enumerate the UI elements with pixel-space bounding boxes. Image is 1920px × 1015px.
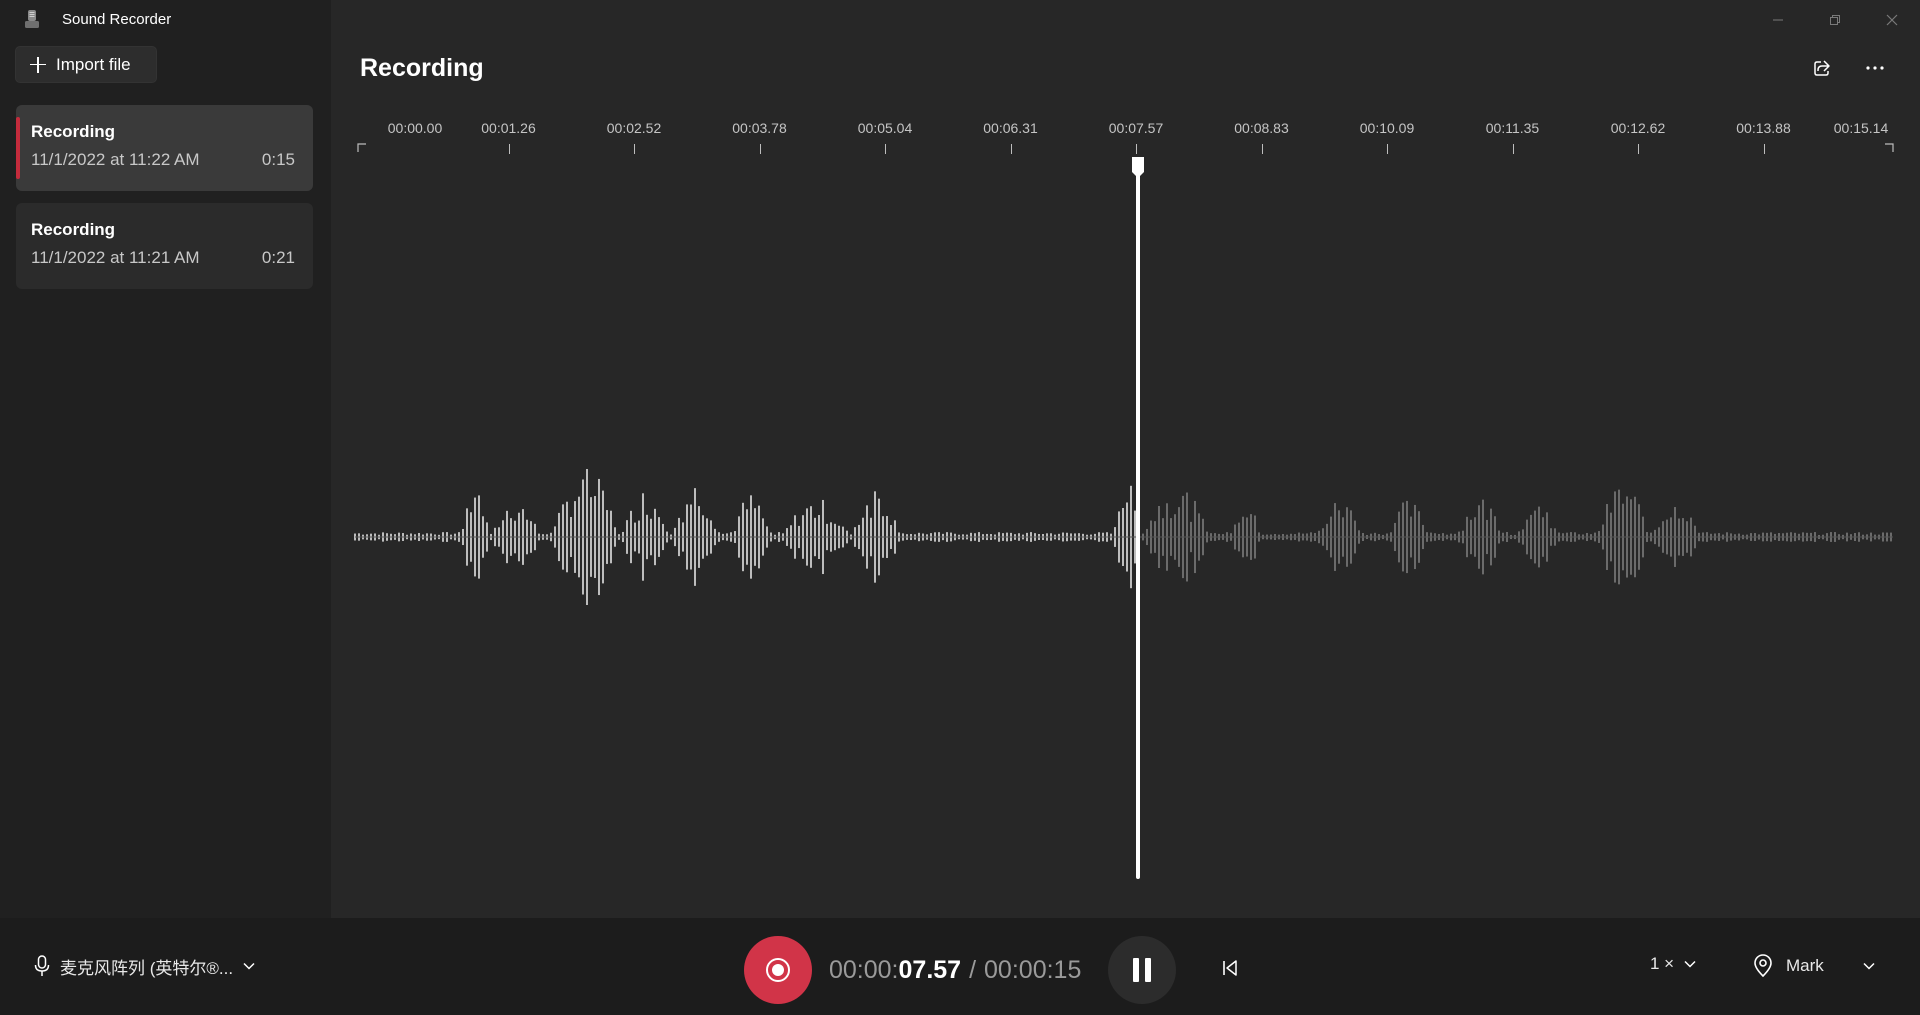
location-pin-icon: [1754, 954, 1772, 978]
selection-indicator: [16, 117, 20, 179]
plus-icon: [30, 56, 46, 73]
mark-options-button[interactable]: [1855, 948, 1883, 984]
time-prefix: 00:00:: [829, 956, 899, 984]
recording-list-item[interactable]: Recording 11/1/2022 at 11:22 AM 0:15: [16, 105, 313, 191]
playback-speed-select[interactable]: 1 ×: [1650, 954, 1696, 974]
skip-to-start-button[interactable]: [1214, 952, 1246, 984]
timeline-bracket: [1885, 143, 1894, 152]
recording-duration: 0:15: [261, 150, 295, 169]
app-title: Sound Recorder: [62, 11, 172, 28]
playhead-handle[interactable]: [1132, 157, 1144, 178]
microphone-icon: [34, 955, 50, 976]
mark-label: Mark: [1786, 956, 1824, 975]
record-icon: [766, 958, 790, 982]
chevron-down-icon: [1684, 960, 1696, 968]
chevron-down-icon: [1863, 962, 1875, 970]
app-icon: [25, 10, 39, 28]
recording-list-item[interactable]: Recording 11/1/2022 at 11:21 AM 0:21: [16, 203, 313, 289]
chevron-down-icon: [243, 962, 255, 970]
recording-date: 11/1/2022 at 11:21 AM: [31, 248, 200, 267]
microphone-select[interactable]: 麦克风阵列 (英特尔®...: [34, 948, 255, 984]
main-panel: Recording 00:00.00 00:01.26 00:02.52 00:03.…: [331, 0, 1920, 918]
playback-bar: 麦克风阵列 (英特尔®... 00:00:07.57/00:00:15 1 ×: [0, 918, 1920, 1015]
mark-button[interactable]: Mark: [1752, 948, 1824, 984]
recording-duration: 0:21: [261, 248, 295, 267]
total-time: 00:00:15: [984, 956, 1082, 984]
audio-waveform[interactable]: [331, 0, 1920, 918]
sound-recorder-window: Sound Recorder Import file Recording 11/…: [0, 0, 1920, 1015]
speed-label: 1 ×: [1650, 954, 1675, 973]
pause-icon: [1133, 958, 1139, 982]
sidebar: Sound Recorder Import file Recording 11/…: [0, 0, 331, 918]
current-time: 07.57: [898, 956, 962, 984]
time-display: 00:00:07.57/00:00:15: [829, 956, 1081, 985]
pause-button[interactable]: [1108, 936, 1176, 1004]
recording-name: Recording: [31, 122, 116, 141]
recording-name: Recording: [31, 220, 116, 239]
timeline-bracket: [357, 143, 366, 152]
import-file-label: Import file: [56, 54, 131, 74]
record-button[interactable]: [744, 936, 812, 1004]
skip-back-icon: [1223, 960, 1237, 976]
import-file-button[interactable]: Import file: [15, 46, 157, 83]
recording-date: 11/1/2022 at 11:22 AM: [31, 150, 200, 169]
microphone-label: 麦克风阵列 (英特尔®...: [60, 958, 234, 978]
time-separator: /: [969, 956, 977, 984]
